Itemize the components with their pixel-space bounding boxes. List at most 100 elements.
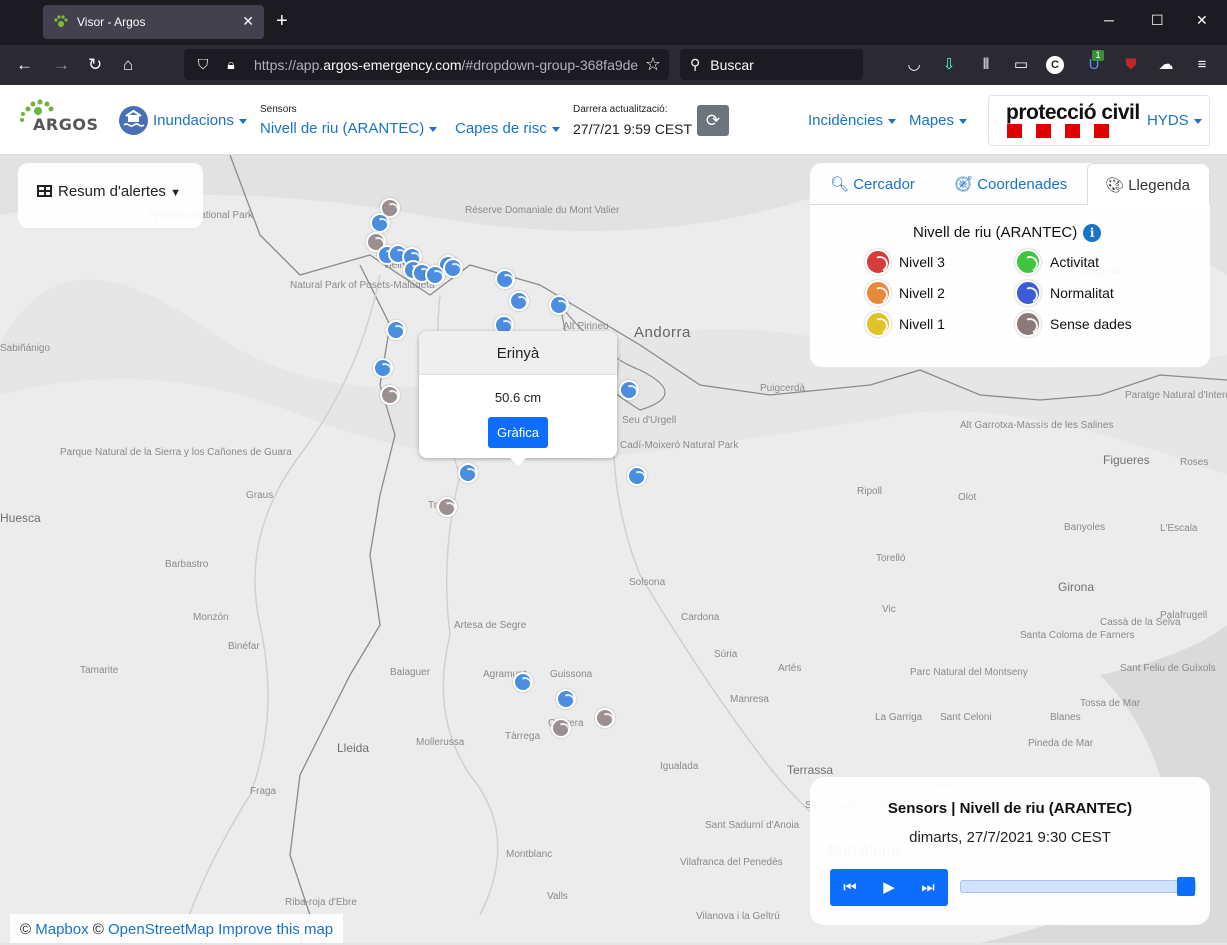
map-place-label: Valls [547,891,568,902]
maximize-window-icon[interactable]: ☐ [1151,12,1164,29]
station-marker[interactable] [595,708,615,728]
map-place-label: Sabiñánigo [0,343,51,354]
back-icon[interactable]: ← [16,55,33,75]
improve-map-link[interactable]: Improve this map [218,921,333,938]
time-slider-handle[interactable] [1177,877,1195,896]
downloads-icon[interactable]: ⇩ [938,54,960,76]
alerts-summary-panel: Resum d'alertes ▼ [18,163,203,228]
station-marker[interactable] [495,269,515,289]
lock-icon[interactable]: 🔒︎ [222,56,240,73]
incidents-dropdown[interactable]: Incidències [808,112,897,129]
extension-c-icon[interactable]: C [1046,56,1064,74]
station-marker[interactable] [627,466,647,486]
map-place-label: Cassà de la Selva [1100,617,1181,628]
legend-item-label: Normalitat [1050,285,1114,301]
map-place-label: Binéfar [228,641,260,652]
level-3-icon [865,249,891,275]
cloud-sync-icon[interactable]: ☁ [1155,54,1177,76]
pocket-icon[interactable]: ◡ [903,54,925,76]
osm-link[interactable]: OpenStreetMap [108,921,214,938]
station-marker[interactable] [556,689,576,709]
alerts-summary-toggle[interactable]: Resum d'alertes ▼ [37,183,181,200]
risk-type-dropdown[interactable]: Inundacions [153,112,247,129]
home-icon[interactable]: ⌂ [123,55,133,75]
map-place-label: La Garriga [875,712,923,723]
proteccio-civil-logo: protecció civil [1006,101,1140,124]
legend-title: Nivell de riu (ARANTEC) i [913,224,1102,242]
no-data-icon [1015,311,1041,337]
mapbox-link[interactable]: Mapbox [35,921,88,938]
skip-forward-icon[interactable]: ⏭︎ [909,869,947,906]
info-icon[interactable]: i [1083,224,1102,242]
station-marker[interactable] [437,497,457,517]
map-place-label: Santa Coloma de Farners [1020,630,1135,641]
activity-icon [1015,249,1041,275]
map-place-label: Seu d'Urgell [622,415,677,426]
url-bar[interactable]: ⛉ 🔒︎ https://app.argos-emergency.com/#dr… [184,49,669,80]
search-icon: ⚲ [690,56,701,72]
shield-icon[interactable]: ⛉ [194,56,212,73]
station-marker[interactable] [443,258,463,278]
map-place-label: Sant Feliu de Guíxols [1120,663,1216,674]
reload-icon[interactable]: ↻ [88,55,102,75]
station-marker[interactable] [619,380,639,400]
menu-hamburger-icon[interactable]: ≡ [1191,54,1213,76]
risk-layers-dropdown[interactable]: Capes de risc [455,120,560,137]
search-bar[interactable]: ⚲ Buscar [680,49,863,80]
time-slider[interactable] [960,877,1196,896]
play-icon[interactable]: ▶ [870,869,908,906]
station-marker[interactable] [513,672,533,692]
station-marker[interactable] [373,358,393,378]
search-placeholder: Buscar [710,56,754,73]
logo-square [1065,124,1080,138]
chart-button[interactable]: Gràfica [488,417,548,448]
tab-title: Visor - Argos [77,15,146,29]
station-marker[interactable] [551,718,571,738]
flood-risk-icon [119,106,148,135]
tab-llegenda[interactable]: 🎨︎ Llegenda [1087,163,1210,205]
extension-badge: 1 [1092,50,1104,61]
level-1-icon [865,311,891,337]
sensors-dropdown[interactable]: Nivell de riu (ARANTEC) [260,120,438,137]
ublock-icon[interactable]: ⛊ [1120,54,1142,76]
close-window-icon[interactable]: ✕ [1196,12,1208,29]
bookmark-star-icon[interactable]: ☆ [645,54,661,75]
map-place-label: Vilanova i la Geltrú [696,911,780,922]
close-tab-icon[interactable]: ✕ [242,13,254,30]
argos-favicon-icon [54,15,68,27]
forward-icon[interactable]: → [53,55,70,75]
map-place-label: Roses [1180,457,1209,468]
popup-tip [509,457,527,466]
user-dropdown[interactable]: HYDS [1147,112,1202,129]
reader-view-icon[interactable]: ▭ [1010,54,1032,76]
library-icon[interactable]: ⫴ [975,54,997,76]
minimize-window-icon[interactable]: ─ [1104,12,1114,28]
browser-nav-bar: ← → ↻ ⌂ ⛉ 🔒︎ https://app.argos-emergency… [0,45,1227,85]
tab-cercador[interactable]: 🔍︎ Cercador [828,163,917,205]
map-place-label: Andorra [634,324,691,341]
station-marker[interactable] [380,385,400,405]
station-marker[interactable] [425,265,445,285]
legend-panel: 🔍︎ Cercador 🧭︎ Coordenades 🎨︎ Llegenda N… [810,163,1210,367]
station-marker[interactable] [370,213,390,233]
station-marker[interactable] [458,463,478,483]
chevron-down-icon: ▼ [170,187,181,199]
station-marker[interactable] [509,291,529,311]
url-text[interactable]: https://app.argos-emergency.com/#dropdow… [254,57,646,73]
refresh-button[interactable]: ⟳ [697,105,729,136]
map-place-label: Pineda de Mar [1028,738,1094,749]
player-date: dimarts, 27/7/2021 9:30 CEST [909,829,1111,846]
tab-coordenades[interactable]: 🧭︎ Coordenades [952,163,1069,205]
new-tab-icon[interactable]: + [276,10,288,32]
map-place-label: Parc Natural del Montseny [910,667,1028,678]
skip-back-icon[interactable]: ⏮︎ [831,869,869,906]
map-place-label: Tossa de Mar [1080,698,1141,709]
station-marker[interactable] [386,320,406,340]
map-place-label: Guissona [550,669,593,680]
last-update-value: 27/7/21 9:59 CEST [573,121,693,137]
browser-tab-bar: Visor - Argos ✕ + ─ ☐ ✕ [0,0,1227,45]
maps-dropdown[interactable]: Mapes [909,112,968,129]
browser-tab[interactable]: Visor - Argos ✕ [43,5,264,39]
map-place-label: Cardona [681,612,720,623]
station-marker[interactable] [549,295,569,315]
